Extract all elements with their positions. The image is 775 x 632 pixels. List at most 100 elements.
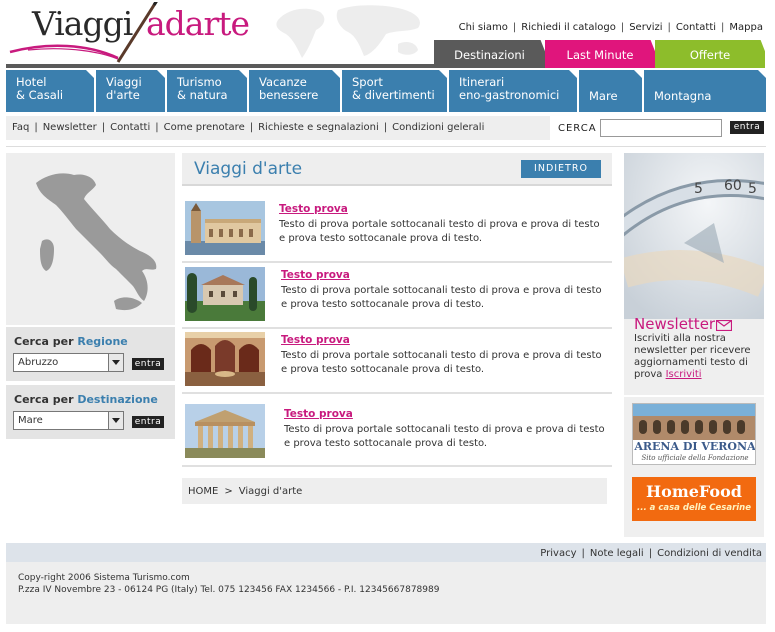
article-title-link[interactable]: Testo prova [281,269,350,281]
search-by-region-title: Cerca per Regione [14,335,128,348]
nav-sport-divertimenti[interactable]: Sport & divertimenti [342,70,449,112]
world-map-graphic [276,5,420,59]
region-submit-button[interactable]: entra [132,358,164,370]
secondary-links-bar: Faq | Newsletter | Contatti | Come prenotare | R… [6,116,550,140]
breadcrumb-home-link[interactable]: HOME [188,486,218,497]
breadcrumb-current: Viaggi d'arte [238,486,303,497]
link-contatti-sub[interactable]: Contatti [110,122,150,133]
link-condizioni-vendita[interactable]: Condizioni di vendita [657,548,762,559]
quick-tabs: Destinazioni Last Minute Offerte [434,40,765,68]
homefood-banner[interactable]: HomeFood ... a casa delle Cesarine [632,477,756,521]
right-sidebar: 5 60 5 Newsletter Iscriviti alla nostra … [624,153,764,537]
search-label: CERCA [558,123,597,134]
svg-text:5: 5 [748,181,757,197]
newsletter-title: Newsletter [634,315,716,333]
link-privacy[interactable]: Privacy [540,548,576,559]
chevron-down-icon [108,412,123,429]
article-thumbnail-temple[interactable] [185,404,265,458]
left-sidebar: Cerca per Regione Abruzzo entra Cerca pe… [6,153,175,439]
search-by-destination-title: Cerca per Destinazione [14,393,158,406]
link-condizioni-generali[interactable]: Condizioni gelerali [392,122,484,133]
link-contatti[interactable]: Contatti [676,22,716,33]
main-content: Viaggi d'arte INDIETRO Testo prova Testo… [182,153,612,467]
article-text: Testo di prova portale sottocanali testo… [281,285,602,310]
newsletter-box: Newsletter Iscriviti alla nostra newslet… [624,315,764,395]
region-select[interactable]: Abruzzo [13,353,124,372]
link-note-legali[interactable]: Note legali [590,548,644,559]
destination-submit-button[interactable]: entra [132,416,164,428]
nav-label: Hotel & Casali [16,75,64,102]
italy-map[interactable] [6,153,175,325]
arena-photo [633,404,755,440]
nav-label: Viaggi d'arte [106,75,142,102]
page-title: Viaggi d'arte [194,159,303,179]
article-title-link[interactable]: Testo prova [279,203,348,215]
logo-word-adarte: adarte [146,4,250,43]
nav-hotel-casali[interactable]: Hotel & Casali [6,70,96,112]
back-button[interactable]: INDIETRO [521,160,601,178]
nav-vacanze-benessere[interactable]: Vacanze benessere [249,70,342,112]
article-thumbnail-interior[interactable] [185,332,265,386]
article-text: Testo di prova portale sottocanali testo… [281,350,602,375]
arena-banner-title: ARENA DI VERONA [634,440,756,453]
list-item: Testo prova Testo di prova portale sotto… [182,265,612,329]
nav-label: Itinerari eno-gastronomici [459,75,560,102]
section-header: Viaggi d'arte INDIETRO [182,153,612,186]
breadcrumb-separator: > [224,486,233,497]
breadcrumb: HOME > Viaggi d'arte [182,478,607,504]
site-header: Viaggi adarte Chi siamo | Richiedi il cata… [0,0,775,70]
footer-links-bar: Privacy | Note legali | Condizioni di vendit… [6,543,766,562]
article-thumbnail-villa[interactable] [185,267,265,321]
nav-turismo-natura[interactable]: Turismo & natura [167,70,249,112]
link-newsletter[interactable]: Newsletter [43,122,97,133]
nav-label: Mare [589,89,618,103]
italy-map-graphic [36,173,157,311]
top-utility-links: Chi siamo | Richiedi il catalogo | Servizi | C… [458,22,763,33]
globe-compass-graphic: 5 60 5 [624,153,764,319]
article-text: Testo di prova portale sottocanali testo… [279,219,600,244]
divider [6,146,766,147]
homefood-banner-title: HomeFood [646,482,742,501]
destination-select-value: Mare [18,415,43,426]
search-submit-button[interactable]: entra [730,121,764,134]
destination-select[interactable]: Mare [13,411,124,430]
tab-last-minute[interactable]: Last Minute [545,40,655,68]
link-chi-siamo[interactable]: Chi siamo [459,22,508,33]
link-richieste-segnalazioni[interactable]: Richieste e segnalazioni [258,122,379,133]
link-faq[interactable]: Faq [12,122,29,133]
list-item: Testo prova Testo di prova portale sotto… [182,398,612,467]
nav-montagna[interactable]: Montagna [644,70,766,112]
link-richiedi-catalogo[interactable]: Richiedi il catalogo [521,22,616,33]
nav-viaggi-arte[interactable]: Viaggi d'arte [96,70,167,112]
link-servizi[interactable]: Servizi [629,22,662,33]
tab-destinazioni[interactable]: Destinazioni [434,40,545,68]
newsletter-subscribe-link[interactable]: Iscriviti [666,369,702,380]
nav-itinerari-eno-gastronomici[interactable]: Itinerari eno-gastronomici [449,70,579,112]
svg-text:5: 5 [694,181,703,197]
arena-banner-subtitle: Sito ufficiale della Fondazione [641,454,749,462]
region-select-value: Abruzzo [18,357,59,368]
chevron-down-icon [108,354,123,371]
search-by-region-panel: Cerca per Regione Abruzzo entra [6,325,175,381]
article-thumbnail-venice[interactable] [185,201,265,255]
link-mappa[interactable]: Mappa [729,22,763,33]
envelope-icon [716,320,732,331]
header-divider [6,64,434,68]
nav-mare[interactable]: Mare [579,70,644,112]
link-come-prenotare[interactable]: Come prenotare [164,122,245,133]
arena-verona-banner[interactable]: ARENA DI VERONA Sito ufficiale della Fon… [632,403,756,465]
tab-offerte[interactable]: Offerte [655,40,765,68]
nav-label: Sport & divertimenti [352,75,435,102]
search-input[interactable] [600,119,722,137]
article-title-link[interactable]: Testo prova [284,408,353,420]
article-title-link[interactable]: Testo prova [281,334,350,346]
homefood-banner-subtitle: ... a casa delle Cesarine [637,503,751,513]
footer-address: P.zza IV Novembre 23 - 06124 PG (Italy) … [18,585,440,595]
site-logo[interactable]: Viaggi adarte [8,2,258,64]
nav-label: Montagna [654,89,712,103]
list-item: Testo prova Testo di prova portale sotto… [182,330,612,394]
footer-info: Copy-right 2006 Sistema Turismo.com P.zz… [6,562,766,624]
site-search: CERCA entra [558,118,768,138]
nav-label: Turismo & natura [177,75,228,102]
main-navigation: Hotel & Casali Viaggi d'arte Turismo & n… [6,70,766,112]
